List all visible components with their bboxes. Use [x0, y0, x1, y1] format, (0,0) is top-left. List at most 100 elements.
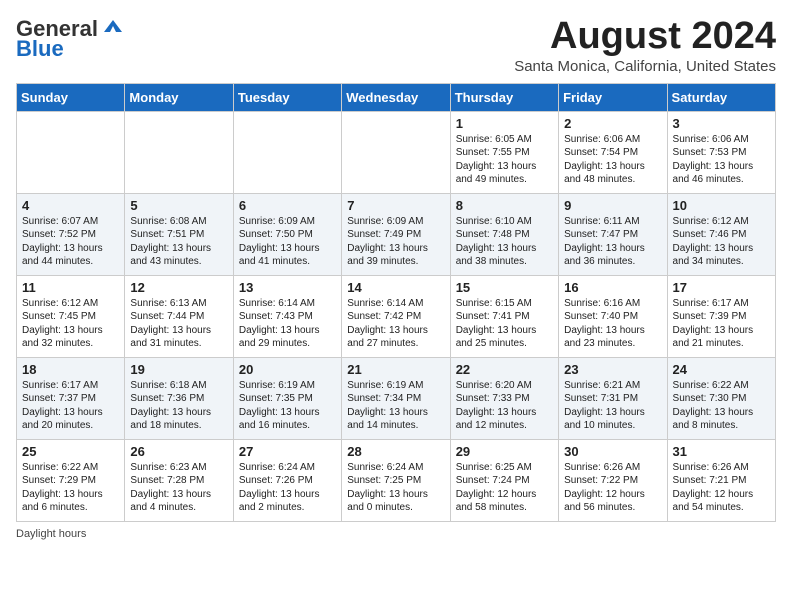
day-info: Sunrise: 6:09 AM Sunset: 7:49 PM Dayligh… — [347, 215, 444, 269]
day-info: Sunrise: 6:12 AM Sunset: 7:45 PM Dayligh… — [22, 297, 119, 351]
day-number: 19 — [130, 362, 227, 377]
day-info: Sunrise: 6:16 AM Sunset: 7:40 PM Dayligh… — [564, 297, 661, 351]
day-number: 17 — [673, 280, 770, 295]
day-number: 3 — [673, 116, 770, 131]
day-number: 4 — [22, 198, 119, 213]
logo: General Blue — [16, 16, 124, 62]
day-number: 10 — [673, 198, 770, 213]
table-row: 24 Sunrise: 6:22 AM Sunset: 7:30 PM Dayli… — [667, 357, 775, 439]
table-row: 12 Sunrise: 6:13 AM Sunset: 7:44 PM Dayli… — [125, 275, 233, 357]
col-monday: Monday — [125, 83, 233, 111]
table-row: 31 Sunrise: 6:26 AM Sunset: 7:21 PM Dayli… — [667, 439, 775, 521]
day-info: Sunrise: 6:09 AM Sunset: 7:50 PM Dayligh… — [239, 215, 336, 269]
day-info: Sunrise: 6:14 AM Sunset: 7:42 PM Dayligh… — [347, 297, 444, 351]
header: General Blue August 2024 Santa Monica, C… — [16, 16, 776, 75]
table-row: 5 Sunrise: 6:08 AM Sunset: 7:51 PM Daylig… — [125, 193, 233, 275]
table-row — [17, 111, 125, 193]
table-row: 21 Sunrise: 6:19 AM Sunset: 7:34 PM Dayli… — [342, 357, 450, 439]
day-info: Sunrise: 6:05 AM Sunset: 7:55 PM Dayligh… — [456, 133, 553, 187]
table-row: 26Sunrise: 6:23 AM Sunset: 7:28 PM Dayli… — [125, 439, 233, 521]
table-row: 30 Sunrise: 6:26 AM Sunset: 7:22 PM Dayli… — [559, 439, 667, 521]
month-title: August 2024 — [514, 16, 776, 58]
table-row: 14 Sunrise: 6:14 AM Sunset: 7:42 PM Dayli… — [342, 275, 450, 357]
day-info: Sunrise: 6:24 AM Sunset: 7:26 PM Dayligh… — [239, 461, 336, 515]
calendar-week-row: 4 Sunrise: 6:07 AM Sunset: 7:52 PM Daylig… — [17, 193, 776, 275]
day-info: Sunrise: 6:20 AM Sunset: 7:33 PM Dayligh… — [456, 379, 553, 433]
table-row: 15 Sunrise: 6:15 AM Sunset: 7:41 PM Dayli… — [450, 275, 558, 357]
col-thursday: Thursday — [450, 83, 558, 111]
day-info: Sunrise: 6:22 AM Sunset: 7:30 PM Dayligh… — [673, 379, 770, 433]
logo-blue-text: Blue — [16, 36, 64, 62]
table-row: 19 Sunrise: 6:18 AM Sunset: 7:36 PM Dayli… — [125, 357, 233, 439]
day-number: 16 — [564, 280, 661, 295]
day-number: 2 — [564, 116, 661, 131]
col-wednesday: Wednesday — [342, 83, 450, 111]
calendar-table: Sunday Monday Tuesday Wednesday Thursday… — [16, 83, 776, 522]
col-friday: Friday — [559, 83, 667, 111]
day-info: Sunrise: 6:13 AM Sunset: 7:44 PM Dayligh… — [130, 297, 227, 351]
footer-note: Daylight hours — [16, 528, 776, 540]
table-row: 17Sunrise: 6:17 AM Sunset: 7:39 PM Dayli… — [667, 275, 775, 357]
day-info: Sunrise: 6:14 AM Sunset: 7:43 PM Dayligh… — [239, 297, 336, 351]
day-number: 1 — [456, 116, 553, 131]
day-number: 21 — [347, 362, 444, 377]
day-number: 12 — [130, 280, 227, 295]
day-number: 15 — [456, 280, 553, 295]
day-number: 18 — [22, 362, 119, 377]
col-tuesday: Tuesday — [233, 83, 341, 111]
table-row: 3 Sunrise: 6:06 AM Sunset: 7:53 PM Daylig… — [667, 111, 775, 193]
table-row: 8 Sunrise: 6:10 AM Sunset: 7:48 PM Daylig… — [450, 193, 558, 275]
table-row — [233, 111, 341, 193]
day-number: 31 — [673, 444, 770, 459]
day-info: Sunrise: 6:15 AM Sunset: 7:41 PM Dayligh… — [456, 297, 553, 351]
table-row: 29Sunrise: 6:25 AM Sunset: 7:24 PM Dayli… — [450, 439, 558, 521]
calendar-week-row: 25Sunrise: 6:22 AM Sunset: 7:29 PM Dayli… — [17, 439, 776, 521]
table-row: 27Sunrise: 6:24 AM Sunset: 7:26 PM Dayli… — [233, 439, 341, 521]
table-row: 2Sunrise: 6:06 AM Sunset: 7:54 PM Daylig… — [559, 111, 667, 193]
day-info: Sunrise: 6:26 AM Sunset: 7:21 PM Dayligh… — [673, 461, 770, 515]
day-number: 26 — [130, 444, 227, 459]
day-info: Sunrise: 6:06 AM Sunset: 7:53 PM Dayligh… — [673, 133, 770, 187]
day-number: 5 — [130, 198, 227, 213]
table-row: 11 Sunrise: 6:12 AM Sunset: 7:45 PM Dayli… — [17, 275, 125, 357]
col-sunday: Sunday — [17, 83, 125, 111]
table-row: 6 Sunrise: 6:09 AM Sunset: 7:50 PM Daylig… — [233, 193, 341, 275]
calendar-week-row: 18Sunrise: 6:17 AM Sunset: 7:37 PM Dayli… — [17, 357, 776, 439]
day-number: 24 — [673, 362, 770, 377]
table-row: 23Sunrise: 6:21 AM Sunset: 7:31 PM Dayli… — [559, 357, 667, 439]
day-info: Sunrise: 6:22 AM Sunset: 7:29 PM Dayligh… — [22, 461, 119, 515]
table-row: 9Sunrise: 6:11 AM Sunset: 7:47 PM Daylig… — [559, 193, 667, 275]
calendar-week-row: 1 Sunrise: 6:05 AM Sunset: 7:55 PM Daylig… — [17, 111, 776, 193]
calendar-week-row: 11 Sunrise: 6:12 AM Sunset: 7:45 PM Dayli… — [17, 275, 776, 357]
table-row — [125, 111, 233, 193]
day-info: Sunrise: 6:07 AM Sunset: 7:52 PM Dayligh… — [22, 215, 119, 269]
day-info: Sunrise: 6:21 AM Sunset: 7:31 PM Dayligh… — [564, 379, 661, 433]
calendar-header-row: Sunday Monday Tuesday Wednesday Thursday… — [17, 83, 776, 111]
day-number: 13 — [239, 280, 336, 295]
table-row: 4 Sunrise: 6:07 AM Sunset: 7:52 PM Daylig… — [17, 193, 125, 275]
day-number: 14 — [347, 280, 444, 295]
day-number: 6 — [239, 198, 336, 213]
table-row: 20Sunrise: 6:19 AM Sunset: 7:35 PM Dayli… — [233, 357, 341, 439]
table-row: 10Sunrise: 6:12 AM Sunset: 7:46 PM Dayli… — [667, 193, 775, 275]
day-info: Sunrise: 6:24 AM Sunset: 7:25 PM Dayligh… — [347, 461, 444, 515]
day-number: 11 — [22, 280, 119, 295]
table-row: 13 Sunrise: 6:14 AM Sunset: 7:43 PM Dayli… — [233, 275, 341, 357]
title-area: August 2024 Santa Monica, California, Un… — [514, 16, 776, 75]
day-number: 8 — [456, 198, 553, 213]
day-info: Sunrise: 6:10 AM Sunset: 7:48 PM Dayligh… — [456, 215, 553, 269]
table-row: 28Sunrise: 6:24 AM Sunset: 7:25 PM Dayli… — [342, 439, 450, 521]
logo-icon — [102, 18, 124, 36]
day-number: 22 — [456, 362, 553, 377]
table-row: 25Sunrise: 6:22 AM Sunset: 7:29 PM Dayli… — [17, 439, 125, 521]
day-info: Sunrise: 6:08 AM Sunset: 7:51 PM Dayligh… — [130, 215, 227, 269]
day-number: 29 — [456, 444, 553, 459]
day-info: Sunrise: 6:18 AM Sunset: 7:36 PM Dayligh… — [130, 379, 227, 433]
table-row: 18Sunrise: 6:17 AM Sunset: 7:37 PM Dayli… — [17, 357, 125, 439]
day-info: Sunrise: 6:19 AM Sunset: 7:34 PM Dayligh… — [347, 379, 444, 433]
day-info: Sunrise: 6:11 AM Sunset: 7:47 PM Dayligh… — [564, 215, 661, 269]
table-row: 16 Sunrise: 6:16 AM Sunset: 7:40 PM Dayli… — [559, 275, 667, 357]
day-number: 30 — [564, 444, 661, 459]
day-info: Sunrise: 6:26 AM Sunset: 7:22 PM Dayligh… — [564, 461, 661, 515]
day-number: 20 — [239, 362, 336, 377]
